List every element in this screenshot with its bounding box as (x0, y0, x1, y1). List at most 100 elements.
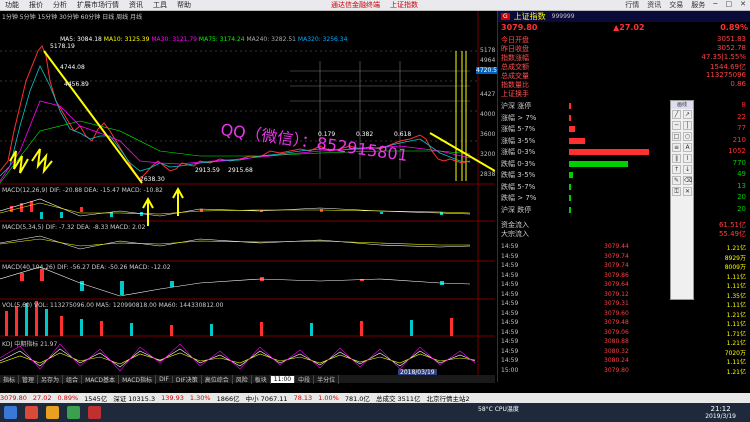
hline-tool-icon[interactable]: ─ (672, 121, 681, 130)
rect-tool-icon[interactable]: □ (672, 132, 681, 141)
tab-manage[interactable]: 管理 (19, 374, 39, 384)
breadth-value: 20 (737, 193, 746, 201)
text-tool-icon[interactable]: A (683, 143, 692, 152)
breadth-label: 涨幅 3-5% (501, 136, 536, 145)
price-axis-5: 3600 (480, 131, 496, 138)
sz-pct: 1.30% (189, 394, 211, 402)
brush-tool-icon[interactable]: ✎ (672, 176, 681, 185)
drawing-tool-palette[interactable]: 画线 ╱ ↗ ─ │ □ ○ ≡ A ∥ ⌇ ↑ ↓ ✎ ⌫ ⚿ ✕ (670, 100, 694, 300)
tab-dif[interactable]: DIF (156, 375, 173, 383)
tick-time: 14:59 (501, 262, 519, 269)
sh-amount: 1545亿 (84, 395, 108, 403)
kline-chart[interactable]: 1分钟 5分钟 15分钟 30分钟 60分钟 日线 周线 月线 MA5: 308… (0, 11, 497, 382)
windows-start-icon[interactable] (4, 406, 17, 419)
news-button[interactable]: 资讯 (647, 0, 661, 10)
ma5-label: MA5: 3084.18 (60, 36, 102, 43)
tab-high-composite[interactable]: 高位综合 (202, 374, 233, 384)
channel-tool-icon[interactable]: ∥ (672, 154, 681, 163)
eraser-tool-icon[interactable]: ⌫ (683, 176, 692, 185)
app-icon-3[interactable] (67, 406, 80, 419)
breadth-row: 涨幅 0-3% 1052 (501, 147, 746, 156)
menu-help[interactable]: 帮助 (172, 0, 196, 10)
trade-button[interactable]: 交易 (669, 0, 683, 10)
tick-vol: 1.11亿 (726, 359, 746, 366)
menu-quote[interactable]: 报价 (24, 0, 48, 10)
menu-news[interactable]: 资讯 (124, 0, 148, 10)
tab-indicator[interactable]: 指标 (0, 374, 20, 384)
breadth-row: 沪深 跌停 20 (501, 205, 746, 214)
delete-tool-icon[interactable]: ✕ (683, 187, 692, 196)
index-title-link[interactable]: 上证指数 (385, 0, 423, 10)
period-15min[interactable]: 15分钟 (38, 14, 58, 21)
period-week[interactable]: 周线 (116, 14, 128, 21)
peak-annotation: 5178.19 (50, 43, 75, 50)
index-price: 3079.80 (501, 23, 538, 32)
annotation-5: 2913.59 (195, 167, 220, 174)
close-icon[interactable]: ✕ (740, 0, 746, 10)
fib-tool-icon[interactable]: ≡ (672, 143, 681, 152)
tick-vol: 8009万 (724, 264, 746, 271)
ma240-label: MA240: 3282.51 (246, 36, 296, 43)
tab-save-as[interactable]: 另存为 (38, 374, 64, 384)
tab-middle[interactable]: 中段 (295, 374, 315, 384)
tick-vol: 1.35亿 (726, 292, 746, 300)
app-title-link[interactable]: 通达信金融终端 (326, 0, 385, 10)
tab-dif-decision[interactable]: DIF决策 (173, 374, 202, 384)
tab-half[interactable]: 半分位 (314, 374, 340, 384)
tick-row: 14:59 3079.86 1.11亿 (501, 272, 746, 281)
period-1min[interactable]: 1分钟 (2, 14, 18, 21)
tab-time[interactable]: 11:00 (270, 375, 296, 383)
info-row-turnover: 上证换手 (501, 90, 529, 98)
minimize-icon[interactable]: ─ (713, 0, 717, 10)
circle-tool-icon[interactable]: ○ (683, 132, 692, 141)
period-60min[interactable]: 60分钟 (81, 14, 101, 21)
tick-price: 3079.06 (604, 328, 629, 336)
info-row-amount: 总成交额 1544.69亿 (501, 63, 746, 71)
tick-time: 14:59 (501, 243, 519, 250)
tick-vol: 1.21亿 (726, 245, 746, 252)
tick-row: 14:59 3080.24 1.11亿 (501, 357, 746, 366)
maximize-icon[interactable]: □ (726, 0, 733, 10)
tab-macd-basic[interactable]: MACD基本 (82, 374, 120, 384)
tab-group[interactable]: 组合 (63, 374, 83, 384)
clock[interactable]: 21:12 2019/3/19 (705, 405, 736, 420)
money-in-row: 资金流入 61.51亿 (501, 221, 746, 229)
vline-tool-icon[interactable]: │ (683, 121, 692, 130)
period-5min[interactable]: 5分钟 (20, 14, 36, 21)
tab-risk[interactable]: 风险 (233, 374, 252, 384)
tick-price: 3080.24 (604, 357, 629, 364)
menu-tools[interactable]: 工具 (148, 0, 172, 10)
line-tool-icon[interactable]: ╱ (672, 110, 681, 119)
period-day[interactable]: 日线 (102, 14, 114, 21)
menu-function[interactable]: 功能 (0, 0, 24, 10)
index-name: 上证指数 (513, 12, 546, 21)
tab-macd-indicator[interactable]: MACD指标 (119, 374, 157, 384)
tick-time: 14:59 (501, 328, 519, 336)
down-arrow-tool-icon[interactable]: ↓ (683, 165, 692, 174)
arrow-tool-icon[interactable]: ↗ (683, 110, 692, 119)
tick-price: 3080.88 (604, 338, 629, 345)
status-bar: 3079.80 27.02 0.89% 1545亿 深证 10315.3 139… (0, 393, 750, 403)
palette-title: 画线 (671, 101, 693, 109)
menu-analysis[interactable]: 分析 (48, 0, 72, 10)
quote-button[interactable]: 行情 (625, 0, 639, 10)
breadth-row: 跌幅 3-5% 49 (501, 170, 746, 179)
tick-row: 14:59 3079.74 8929万 (501, 253, 746, 262)
period-30min[interactable]: 30分钟 (59, 14, 79, 21)
cycle-tool-icon[interactable]: ⌇ (683, 154, 692, 163)
up-arrow-tool-icon[interactable]: ↑ (672, 165, 681, 174)
tdx-app-icon[interactable] (88, 406, 101, 419)
breadth-label: 跌幅 5-7% (501, 182, 536, 191)
menu-extended-market[interactable]: 扩展市场行情 (72, 0, 124, 10)
app-icon-1[interactable] (25, 406, 38, 419)
breadth-row: 涨幅 > 7% 22 (501, 113, 746, 122)
tick-row: 14:59 3080.32 7020万 (501, 347, 746, 357)
period-month[interactable]: 月线 (130, 14, 142, 21)
tick-time: 14:59 (501, 357, 519, 364)
app-icon-2[interactable] (46, 406, 59, 419)
tick-price: 3080.32 (604, 347, 629, 355)
tab-sector[interactable]: 板块 (252, 374, 271, 384)
price-axis-current: 4720.5 (476, 67, 497, 74)
service-button[interactable]: 服务 (691, 0, 705, 10)
lock-tool-icon[interactable]: ⚿ (672, 187, 681, 196)
